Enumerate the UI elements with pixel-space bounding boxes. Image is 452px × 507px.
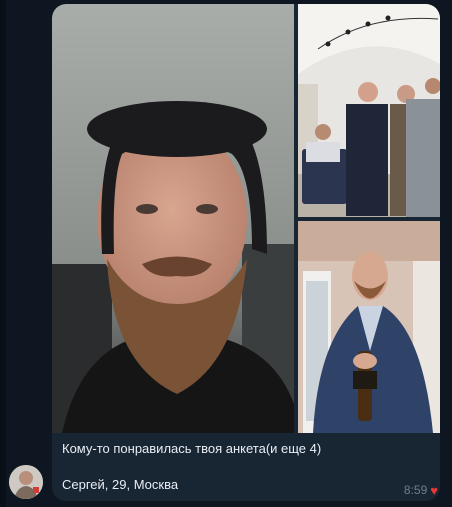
- message-caption-line2: Сергей, 29, Москва: [62, 477, 179, 492]
- avatar[interactable]: [9, 465, 43, 499]
- message-meta: 8:59 ♥: [404, 482, 438, 498]
- main-portrait-photo[interactable]: [52, 4, 294, 433]
- event-photo[interactable]: [298, 4, 440, 217]
- message-caption-line1: Кому-то понравилась твоя анкета(и еще 4): [62, 441, 322, 456]
- chat-left-edge: [0, 0, 6, 507]
- champagne-photo[interactable]: [298, 221, 440, 433]
- message-time: 8:59: [403, 483, 428, 497]
- message-bubble[interactable]: Кому-то понравилась твоя анкета(и еще 4)…: [52, 4, 440, 501]
- heart-icon[interactable]: ♥: [430, 484, 438, 497]
